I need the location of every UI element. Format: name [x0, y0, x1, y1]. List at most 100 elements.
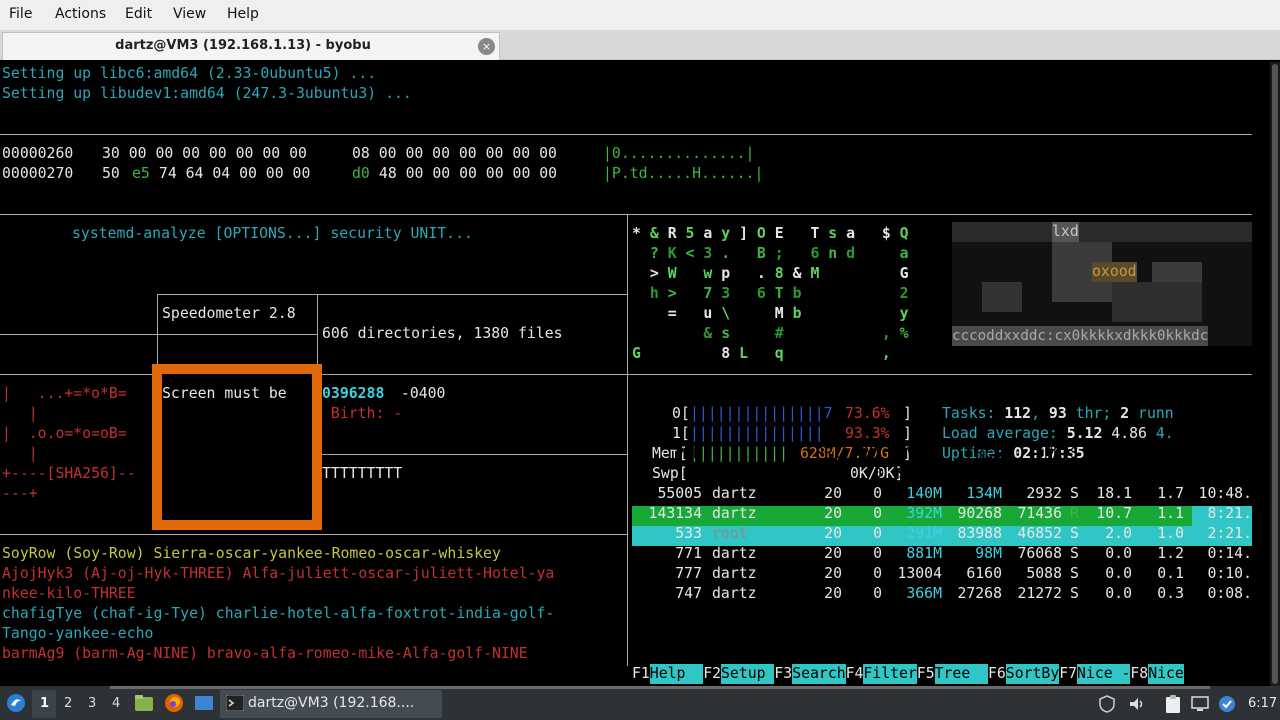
fkey-label[interactable]: SortBy	[1005, 664, 1060, 684]
fkey-label[interactable]: Tree	[934, 664, 989, 684]
fkey-label[interactable]: Search	[792, 664, 846, 684]
pane-divider	[0, 534, 627, 535]
fkey-label[interactable]: Nice	[1148, 664, 1184, 684]
process-cell: 13:31.	[1198, 465, 1252, 482]
taskbar	[0, 686, 1280, 720]
menu-view[interactable]: View	[173, 6, 206, 22]
tab-title: dartz@VM3 (192.168.1.13) - byobu	[115, 38, 371, 53]
firefox-icon[interactable]	[164, 693, 184, 713]
workspace-3[interactable]: 3	[88, 696, 96, 711]
cmatrix-row: h > 7 3 6 T b 2	[649, 285, 909, 302]
volume-icon[interactable]	[1128, 695, 1146, 713]
tab-bar: dartz@VM3 (192.168.1.13) - byobu ×	[0, 30, 1280, 60]
process-cell: 771	[675, 545, 702, 562]
hex-bytes: d0	[352, 165, 370, 182]
stat-tz: -0400	[392, 385, 446, 402]
hex-bytes: 48 00 00 00 00 00 00	[370, 165, 558, 182]
word-line: Tango-yankee-echo	[2, 625, 154, 642]
workspace-4[interactable]: 4	[112, 696, 120, 711]
clock: 6:17	[1248, 696, 1278, 711]
menu-help[interactable]: Help	[227, 6, 259, 22]
tab-session[interactable]: dartz@VM3 (192.168.1.13) - byobu ×	[2, 32, 500, 60]
cmatrix-pane: * & R 5 a y ] O E T s a $ Q ? K < 3 . B …	[632, 224, 909, 364]
fkey-f4[interactable]: F4	[846, 664, 864, 684]
menu-actions[interactable]: Actions	[55, 6, 106, 22]
hex-bytes: 74 64 04 00 00 00	[150, 165, 311, 182]
cpu1-bar: |||||||||||||||	[690, 425, 824, 442]
fkey-f5[interactable]: F5	[917, 664, 935, 684]
ascii-text: cccoddxxddc:cx0kkkkxdkkk0kkkdc	[952, 326, 1209, 346]
hex-bytes: 50	[102, 165, 129, 182]
apt-line: Setting up libudev1:amd64 (247.3-3ubuntu…	[2, 85, 412, 102]
randomart-line: |	[2, 445, 38, 462]
menu-bar: File Actions Edit View Help	[0, 0, 1280, 30]
updates-icon[interactable]	[1218, 695, 1236, 713]
process-cell: 2932	[1026, 485, 1062, 502]
word-line: barmAg9 (barm-Ag-NINE) bravo-alfa-romeo-…	[2, 645, 528, 662]
stat-birth: Birth: -	[322, 405, 403, 422]
fkey-f7[interactable]: F7	[1059, 664, 1077, 684]
menu-file[interactable]: File	[9, 6, 32, 22]
cmatrix-row: = u \ M b y	[667, 305, 909, 322]
file-manager-icon[interactable]	[134, 694, 154, 712]
workspace-2[interactable]: 2	[64, 696, 72, 711]
fkey-f8[interactable]: F8	[1130, 664, 1148, 684]
column-header-pid: PID	[675, 445, 702, 462]
fkey-label[interactable]: Help	[649, 664, 704, 684]
menu-edit[interactable]: Edit	[125, 6, 152, 22]
word-line: chafigTye (chaf-ig-Tye) charlie-hotel-al…	[2, 605, 555, 622]
stat-time: 0396288	[322, 385, 385, 402]
process-cell: 55005	[657, 485, 702, 502]
process-cell: 8:21.	[1207, 505, 1252, 522]
process-cell: 76068	[1017, 545, 1062, 562]
fkey-f1[interactable]: F1	[632, 664, 650, 684]
process-cell: 5088	[1026, 565, 1062, 582]
process-cell: 0:14.	[1207, 545, 1252, 562]
fkey-label[interactable]: Setup	[721, 664, 775, 684]
process-cell: 46852	[1017, 525, 1062, 542]
column-header-time: TIME	[1216, 445, 1252, 462]
close-icon[interactable]: ×	[478, 38, 495, 55]
screen-warning-text: Screen must be	[162, 385, 287, 402]
randomart-line: ---+	[2, 485, 38, 502]
task-button-label: dartz@VM3 (192.168....	[248, 695, 415, 711]
tttt-line: TTTTTTTTT	[322, 465, 403, 482]
clipboard-icon[interactable]	[1164, 694, 1182, 714]
cmatrix-row: > W w p . 8 & M G	[649, 265, 909, 282]
screen-warning-box: Screen must be	[152, 364, 322, 530]
speedometer-title: Speedometer 2.8	[162, 305, 296, 322]
window-icon[interactable]	[194, 694, 214, 712]
fkey-label[interactable]: Filter	[863, 664, 917, 684]
apt-line: Setting up libc6:amd64 (2.33-0ubuntu5) .…	[2, 65, 377, 82]
hex-ascii: |P.td.....H......|	[603, 165, 764, 182]
scrollbar-thumb[interactable]	[1272, 64, 1278, 684]
pane-divider	[317, 294, 318, 374]
process-cell: 747	[675, 585, 702, 602]
cpu0-value: 73.6%	[845, 405, 890, 422]
cmatrix-row: & s # , %	[703, 325, 909, 342]
process-cell: 0:08.	[1207, 585, 1252, 602]
fkey-f6[interactable]: F6	[988, 664, 1006, 684]
process-cell: 2:21.	[1207, 525, 1252, 542]
pane-divider	[627, 214, 628, 666]
fkey-label[interactable]: Nice -	[1077, 664, 1131, 684]
cpu1-value: 93.3%	[845, 425, 890, 442]
terminal-area[interactable]: Setting up libc6:amd64 (2.33-0ubuntu5) .…	[0, 62, 1280, 686]
systemd-analyze-usage: systemd-analyze [OPTIONS...] security UN…	[72, 225, 473, 242]
process-cell: 0:10.	[1207, 565, 1252, 582]
hex-ascii: |0..............|	[603, 145, 755, 162]
terminal-icon	[226, 695, 244, 711]
hex-bytes: 30 00 00 00 00 00 00 00	[102, 145, 307, 162]
shield-icon[interactable]	[1098, 695, 1116, 713]
pane-divider	[322, 454, 627, 455]
process-cell: 10:48.	[1198, 485, 1252, 502]
fkey-f3[interactable]: F3	[774, 664, 792, 684]
fkey-f2[interactable]: F2	[703, 664, 721, 684]
workspace-1[interactable]: 1	[40, 696, 49, 711]
ascii-text: lxd	[1052, 222, 1079, 242]
start-menu-icon[interactable]	[6, 693, 26, 713]
pane-divider	[157, 294, 627, 295]
network-icon[interactable]	[1190, 695, 1210, 713]
cmatrix-row: * & R 5 a y ] O E T s a $ Q	[632, 225, 909, 242]
process-cell: 777	[675, 565, 702, 582]
